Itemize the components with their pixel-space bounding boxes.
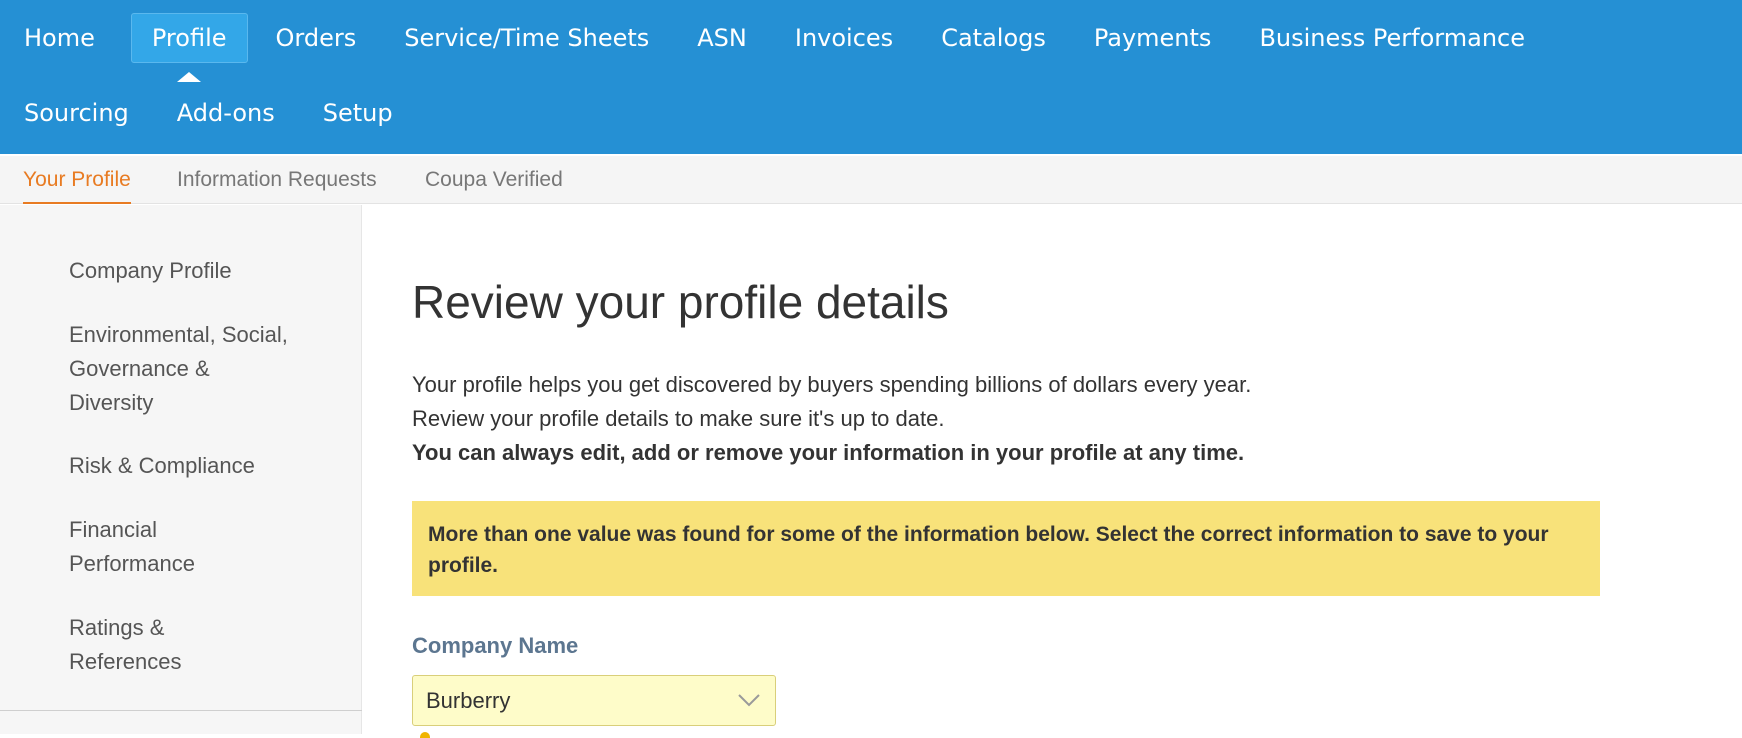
sidebar: Company Profile Environmental, Social, G… bbox=[0, 205, 362, 734]
nav-home[interactable]: Home bbox=[12, 13, 107, 63]
nav-invoices[interactable]: Invoices bbox=[783, 13, 905, 63]
multiple-values-alert: More than one value was found for some o… bbox=[412, 501, 1600, 596]
nav-orders[interactable]: Orders bbox=[264, 13, 369, 63]
top-nav: Home Profile Orders Service/Time Sheets … bbox=[0, 0, 1742, 154]
nav-sourcing[interactable]: Sourcing bbox=[12, 88, 141, 138]
nav-setup[interactable]: Setup bbox=[311, 88, 405, 138]
tab-your-profile[interactable]: Your Profile bbox=[23, 156, 131, 204]
nav-profile[interactable]: Profile bbox=[130, 13, 248, 63]
sidebar-item-company-profile[interactable]: Company Profile bbox=[69, 254, 299, 288]
sub-nav: Your Profile Information Requests Coupa … bbox=[0, 156, 1742, 204]
nav-row-secondary: Sourcing Add-ons Setup bbox=[0, 88, 429, 138]
intro-line-3: You can always edit, add or remove your … bbox=[412, 440, 1245, 465]
intro-text: Your profile helps you get discovered by… bbox=[412, 368, 1251, 470]
chevron-down-icon bbox=[738, 694, 760, 707]
sidebar-divider bbox=[0, 710, 362, 711]
warning-icon bbox=[420, 732, 430, 738]
company-name-label: Company Name bbox=[412, 633, 579, 658]
sidebar-item-financial-performance[interactable]: Financial Performance bbox=[69, 513, 229, 581]
main-content: Review your profile details Your profile… bbox=[362, 205, 1742, 738]
nav-payments[interactable]: Payments bbox=[1082, 13, 1224, 63]
intro-line-1: Your profile helps you get discovered by… bbox=[412, 372, 1252, 397]
tab-coupa-verified[interactable]: Coupa Verified bbox=[425, 156, 563, 204]
sidebar-item-ratings-references[interactable]: Ratings & References bbox=[69, 611, 229, 679]
company-name-select[interactable]: Burberry bbox=[412, 675, 776, 726]
nav-catalogs[interactable]: Catalogs bbox=[929, 13, 1058, 63]
sidebar-item-esg-diversity[interactable]: Environmental, Social, Governance & Dive… bbox=[69, 318, 289, 420]
intro-line-2: Review your profile details to make sure… bbox=[412, 406, 945, 431]
nav-business-performance[interactable]: Business Performance bbox=[1247, 13, 1537, 63]
tab-information-requests[interactable]: Information Requests bbox=[177, 156, 377, 204]
nav-add-ons[interactable]: Add-ons bbox=[165, 88, 287, 138]
nav-asn[interactable]: ASN bbox=[685, 13, 759, 63]
page-title: Review your profile details bbox=[412, 276, 949, 328]
nav-service-time-sheets[interactable]: Service/Time Sheets bbox=[392, 13, 661, 63]
nav-row-primary: Home Profile Orders Service/Time Sheets … bbox=[0, 13, 1561, 63]
company-name-value: Burberry bbox=[426, 688, 511, 713]
sidebar-item-risk-compliance[interactable]: Risk & Compliance bbox=[69, 449, 299, 483]
